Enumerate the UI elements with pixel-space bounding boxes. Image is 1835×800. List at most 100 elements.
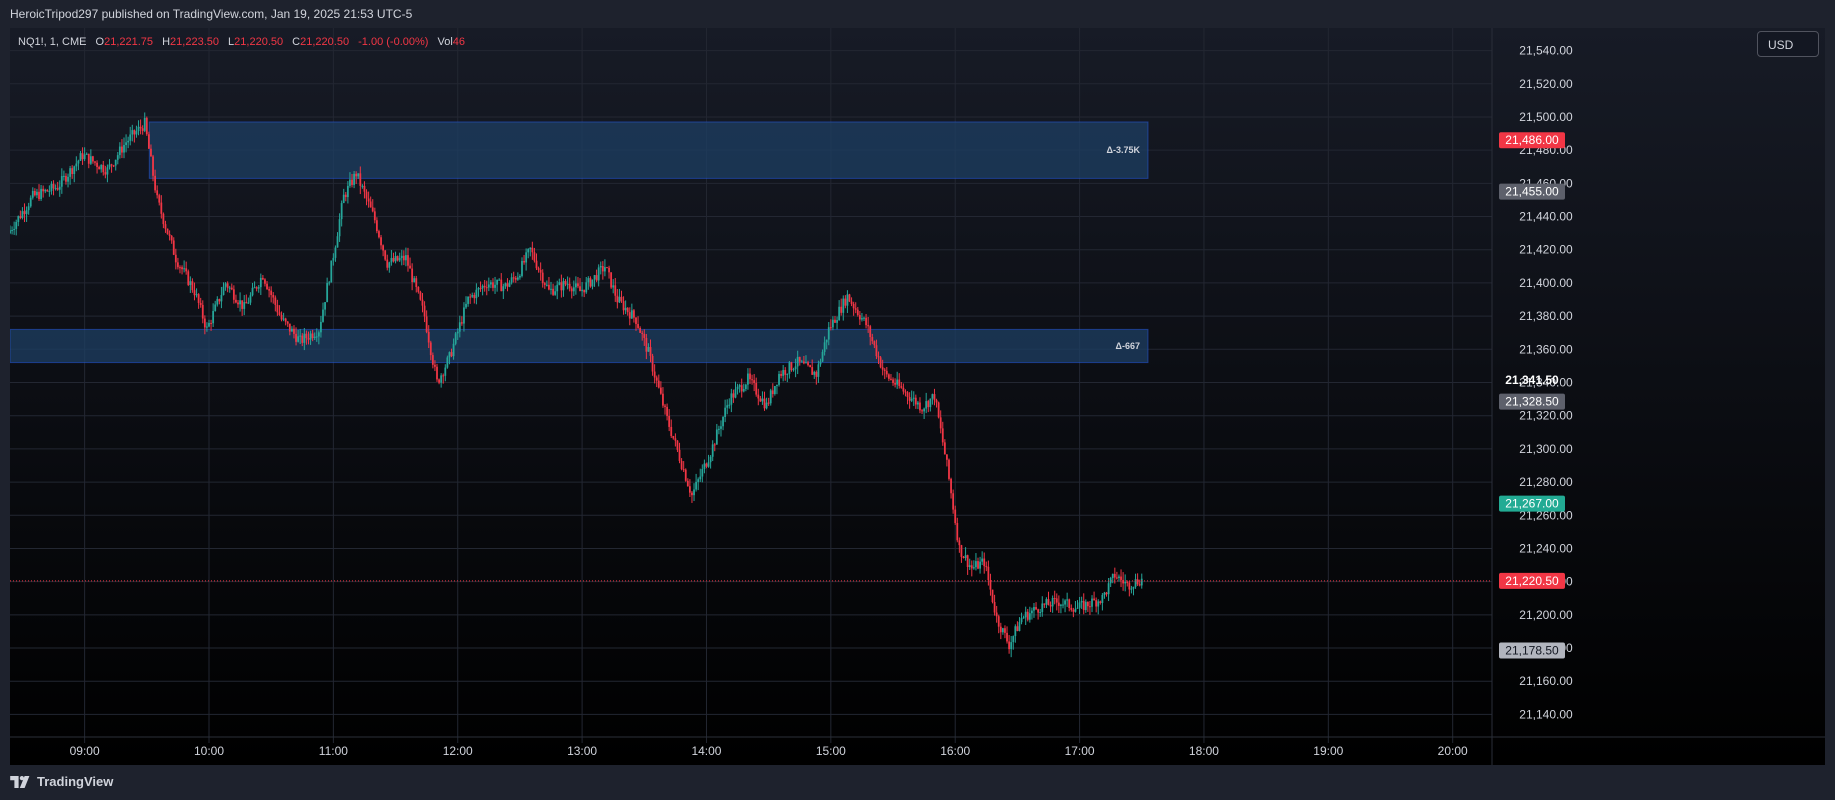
candle-body	[715, 429, 718, 445]
candle-body	[492, 282, 494, 288]
candle-body	[183, 268, 186, 270]
footer-brand-label: TradingView	[37, 774, 114, 789]
candle-body	[489, 282, 492, 285]
candle-body	[919, 402, 921, 411]
candle-body	[214, 304, 217, 311]
candle-body	[991, 589, 994, 603]
candle-body	[972, 567, 975, 569]
candle-body	[730, 393, 733, 405]
candle-body	[42, 188, 45, 192]
candle-body	[224, 283, 227, 287]
candle-body	[386, 259, 389, 268]
volume-delta-zone[interactable]	[10, 328, 1149, 364]
candle-body	[792, 369, 795, 371]
candle-body	[19, 216, 22, 218]
candle-body	[921, 410, 923, 412]
candle-body	[655, 377, 658, 381]
candle-body	[500, 279, 503, 292]
footer-brand[interactable]: TradingView	[10, 774, 113, 789]
candle-body	[141, 128, 144, 131]
x-tick-label: 09:00	[70, 744, 100, 758]
candle-body	[87, 153, 90, 164]
legend-symbol[interactable]: NQ1!, 1, CME	[18, 36, 86, 48]
candle-body	[230, 287, 233, 290]
candle-body	[570, 288, 573, 292]
candle-body	[313, 336, 316, 339]
candle-body	[699, 476, 702, 480]
candle-body	[904, 391, 907, 393]
publish-header: HeroicTripod297 published on TradingView…	[10, 7, 413, 21]
candle-body	[1020, 618, 1023, 623]
candle-body	[604, 267, 606, 272]
x-tick-label: 18:00	[1189, 744, 1219, 758]
candle-body	[483, 285, 486, 288]
candle-body	[1041, 603, 1044, 613]
x-tick-label: 20:00	[1438, 744, 1468, 758]
candle-body	[1006, 632, 1008, 642]
candle-body	[574, 283, 577, 288]
candle-body	[784, 370, 787, 375]
candle-body	[1060, 604, 1062, 606]
candle-body	[937, 402, 940, 418]
candle-body	[539, 269, 542, 273]
candle-body	[933, 394, 936, 401]
candle-body	[463, 307, 465, 324]
candle-body	[796, 356, 799, 367]
volume-delta-zone[interactable]	[148, 121, 1149, 179]
candle-body	[608, 267, 610, 273]
candle-body	[939, 417, 942, 429]
candle-body	[1095, 600, 1098, 607]
candlestick-chart[interactable]: 21,540.0021,520.0021,500.0021,480.0021,4…	[10, 28, 1825, 765]
candle-body	[1086, 601, 1089, 607]
candle-body	[556, 284, 559, 292]
candle-body	[299, 335, 302, 337]
candle-body	[382, 245, 385, 251]
candle-body	[344, 194, 347, 198]
candle-body	[950, 478, 952, 494]
candle-body	[747, 373, 749, 385]
candle-body	[649, 347, 652, 356]
candle-body	[131, 130, 134, 135]
candle-body	[398, 258, 401, 261]
chart-area[interactable]: 21,540.00 21,520.00 21,500.00 21,480.00 21,4…	[10, 28, 1825, 765]
candle-body	[280, 314, 283, 320]
candle-body	[121, 146, 123, 153]
candle-body	[71, 168, 74, 175]
candle-body	[438, 379, 440, 383]
candle-body	[326, 283, 329, 303]
candle-body	[599, 266, 602, 268]
candle-body	[736, 386, 739, 390]
candle-body	[297, 336, 300, 342]
candle-body	[67, 176, 69, 182]
candle-body	[1140, 578, 1143, 586]
candle-body	[185, 268, 188, 272]
candle-body	[742, 388, 745, 392]
candle-body	[1080, 600, 1083, 603]
candle-body	[597, 267, 600, 281]
candle-body	[780, 373, 782, 376]
candle-body	[883, 369, 886, 371]
candle-body	[150, 148, 152, 157]
candle-body	[69, 168, 72, 177]
candle-body	[467, 296, 469, 304]
candle-body	[402, 255, 405, 261]
candle-body	[657, 380, 660, 388]
candle-body	[378, 231, 380, 238]
candle-body	[156, 190, 159, 196]
candle-body	[846, 294, 849, 306]
candle-body	[635, 317, 637, 325]
candle-body	[749, 373, 751, 380]
candle-body	[767, 402, 770, 404]
candle-body	[388, 262, 391, 268]
candle-body	[753, 380, 756, 383]
candle-body	[552, 288, 554, 295]
candle-body	[966, 555, 969, 568]
candle-body	[98, 166, 101, 170]
candle-body	[651, 355, 654, 372]
candle-body	[36, 191, 38, 196]
currency-button[interactable]: USD	[1757, 31, 1819, 57]
candle-body	[129, 134, 132, 141]
candle-body	[465, 303, 467, 308]
candle-body	[102, 164, 105, 173]
candle-body	[162, 213, 165, 225]
